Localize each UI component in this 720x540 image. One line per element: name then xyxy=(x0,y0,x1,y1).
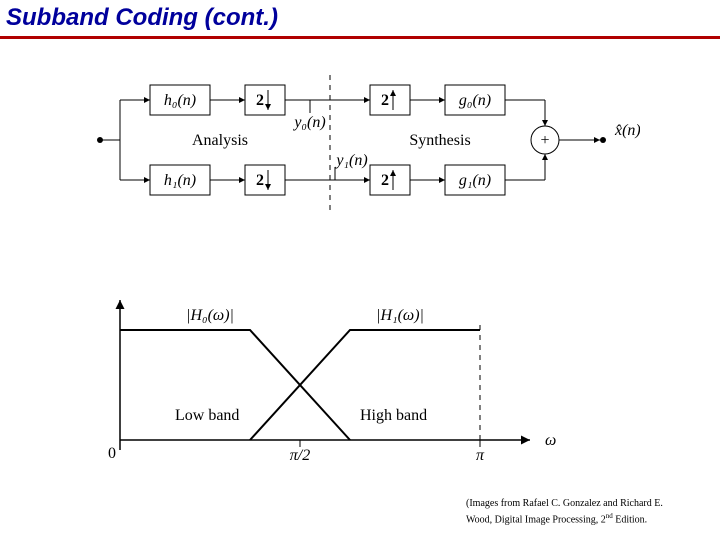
page-title: Subband Coding (cont.) xyxy=(6,4,278,32)
label-down-bot: 2 xyxy=(256,172,264,189)
label-analysis: Analysis xyxy=(192,132,248,149)
frequency-plot: |H₀(ω)| |H₁(ω)| Low band High band 0 π/2… xyxy=(90,290,570,470)
label-plus: + xyxy=(540,132,549,149)
label-H0: |H₀(ω)| xyxy=(186,307,234,324)
label-omega: ω xyxy=(545,432,556,449)
label-g0: g₀(n) xyxy=(459,92,491,109)
label-y1: y₁(n) xyxy=(334,152,367,169)
label-y0: y₀(n) xyxy=(292,114,325,131)
image-credit: (Images from Rafael C. Gonzalez and Rich… xyxy=(466,498,696,526)
title-rule xyxy=(0,36,720,39)
block-diagram: x(n) h₀(n) 2 y₀(n) 2 g₀(n) h₁(n) 2 y₁(n)… xyxy=(80,65,640,245)
tick-pi: π xyxy=(476,447,485,464)
tick-0: 0 xyxy=(108,445,116,462)
tick-pihalf: π/2 xyxy=(290,447,310,464)
label-synthesis: Synthesis xyxy=(409,132,470,149)
label-h1: h₁(n) xyxy=(164,172,196,189)
label-lowband: Low band xyxy=(175,407,239,424)
label-highband: High band xyxy=(360,407,427,424)
label-H1: |H₁(ω)| xyxy=(376,307,424,324)
label-xhat: x̂(n) xyxy=(614,122,640,139)
label-g1: g₁(n) xyxy=(459,172,491,189)
label-down-top: 2 xyxy=(256,92,264,109)
label-up-bot: 2 xyxy=(381,172,389,189)
label-h0: h₀(n) xyxy=(164,92,196,109)
label-up-top: 2 xyxy=(381,92,389,109)
